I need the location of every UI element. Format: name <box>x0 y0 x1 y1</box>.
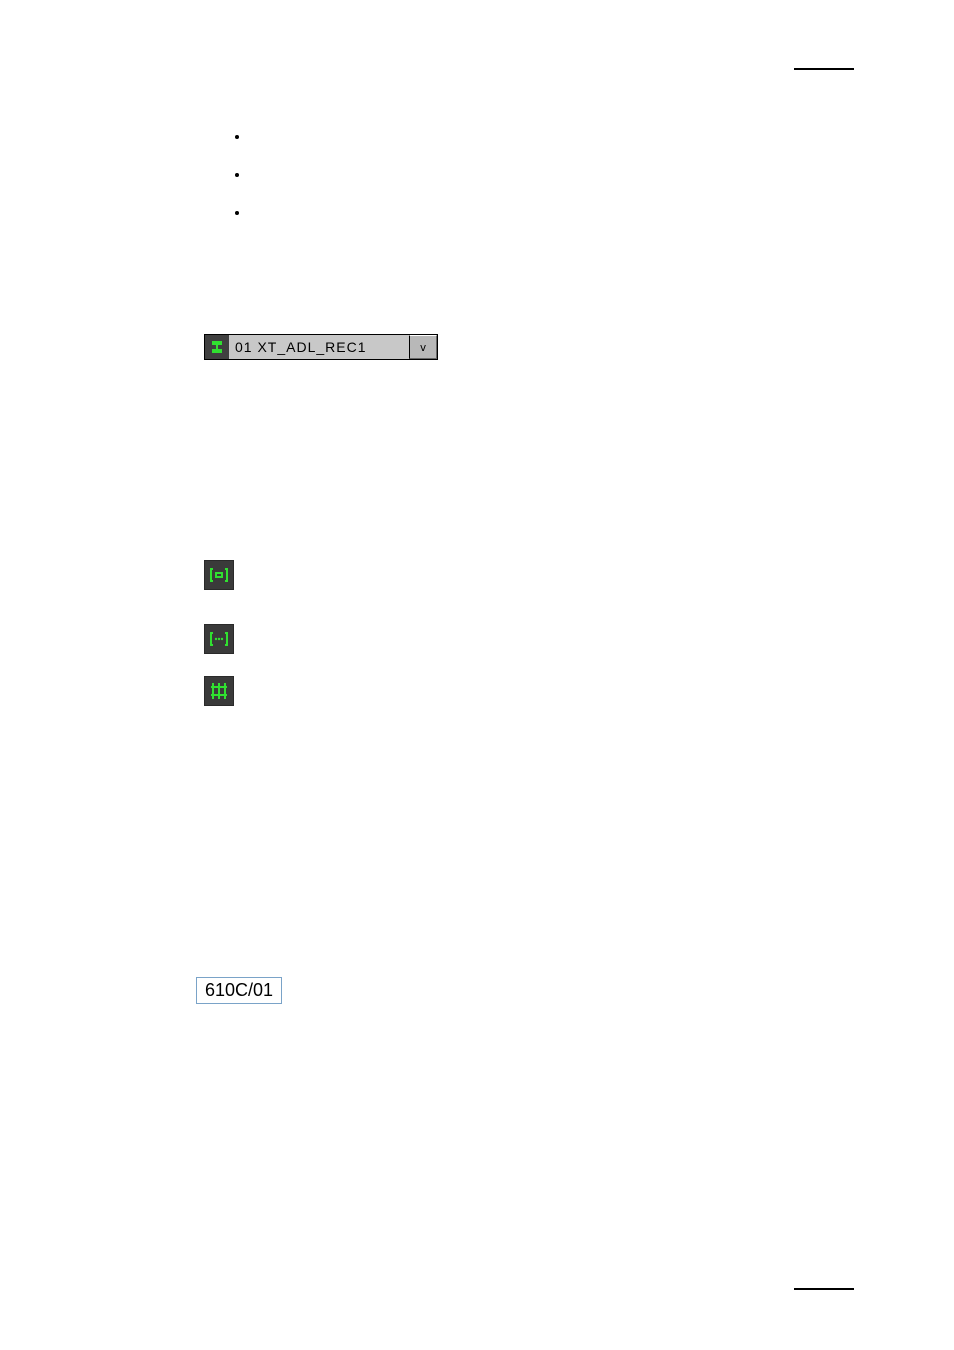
header-rule <box>794 68 854 70</box>
bracket-dots-icon <box>204 624 234 654</box>
dropdown-selected-label: 01 XT_ADL_REC1 <box>229 335 409 359</box>
bullet-list <box>210 124 250 238</box>
clip-id-field[interactable]: 610C/01 <box>196 977 282 1004</box>
grid-icon <box>204 676 234 706</box>
server-select-dropdown[interactable]: 01 XT_ADL_REC1 v <box>204 334 438 360</box>
chevron-down-icon[interactable]: v <box>409 335 437 359</box>
page: 01 XT_ADL_REC1 v 610C/01 <box>0 0 954 1350</box>
status-ok-icon <box>205 335 229 359</box>
footer-rule <box>794 1288 854 1290</box>
bracket-h-icon <box>204 560 234 590</box>
